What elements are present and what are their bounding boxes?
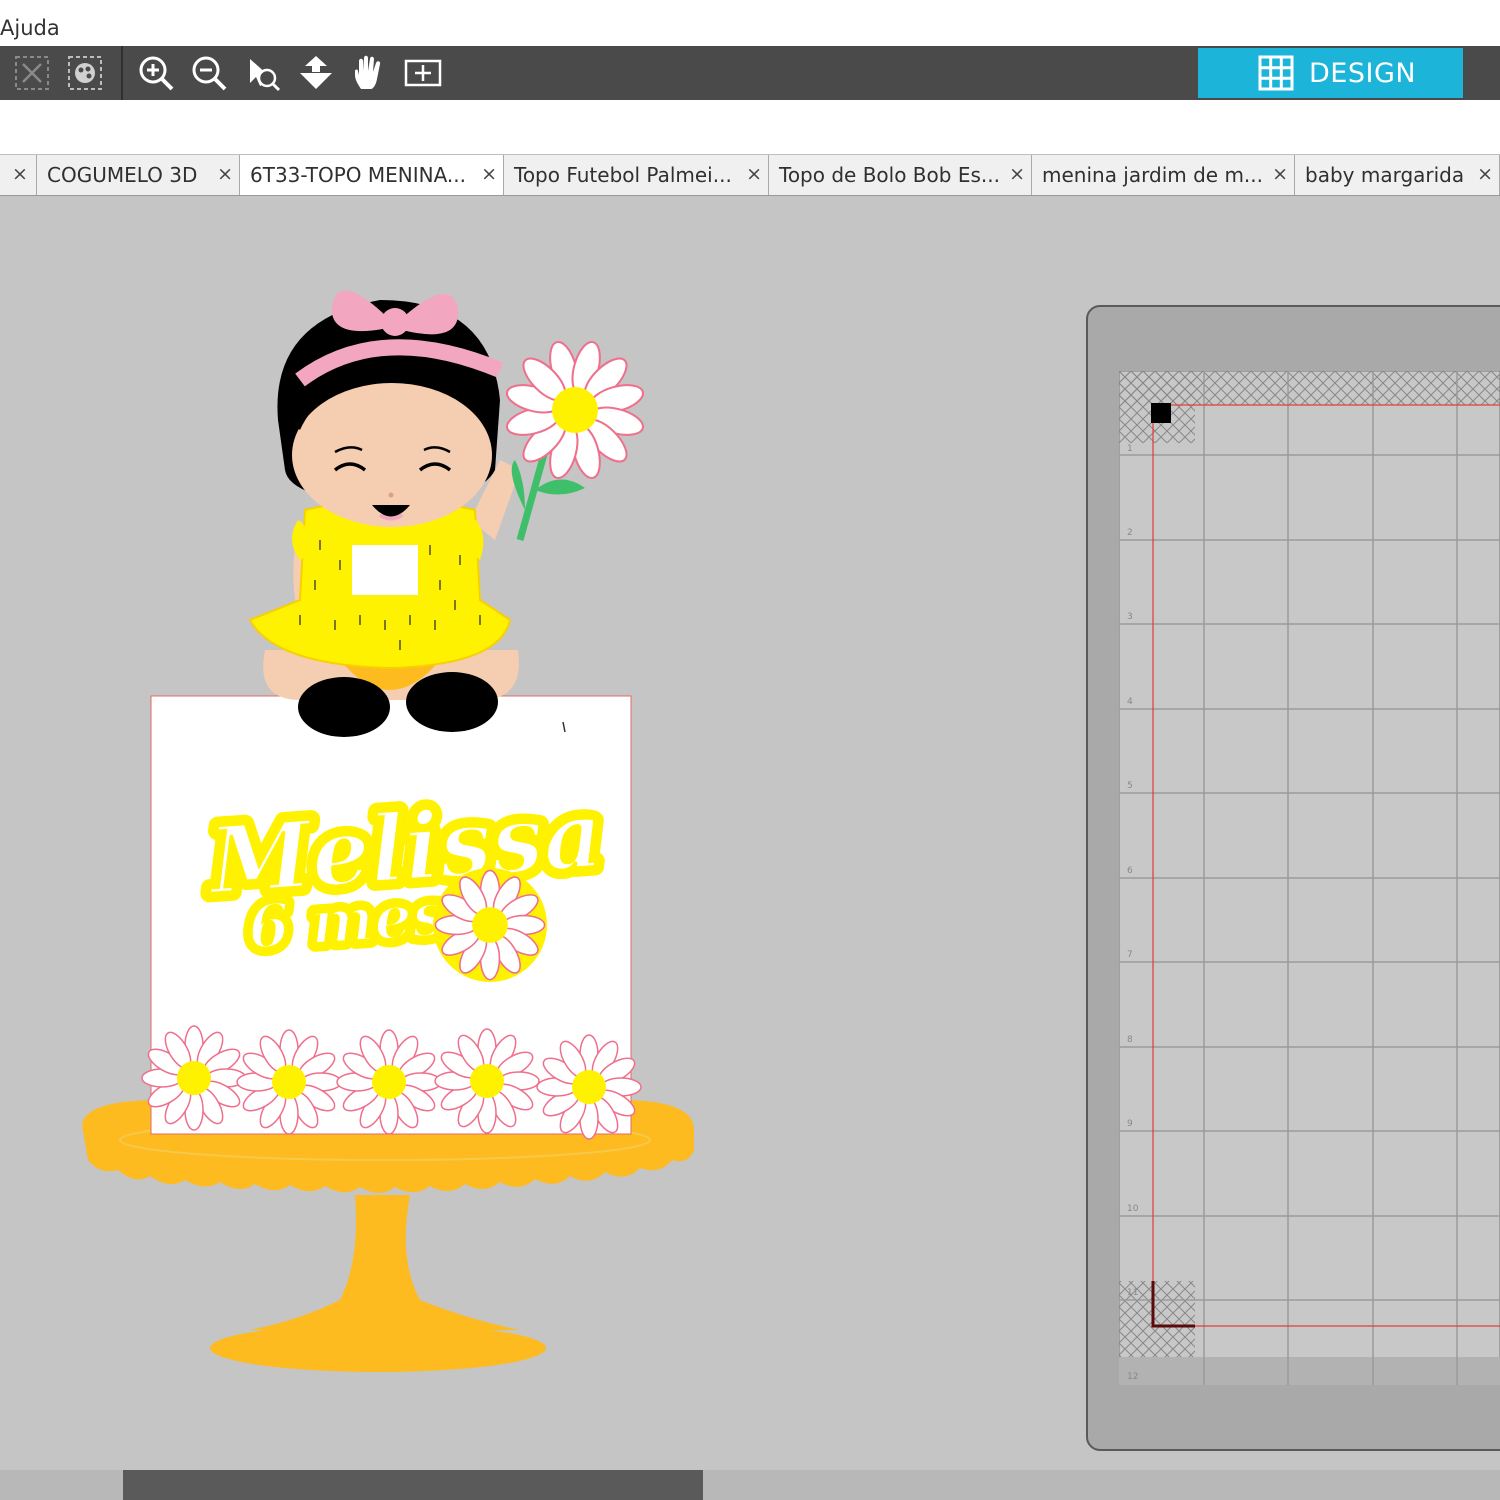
scrollbar-thumb[interactable] bbox=[123, 1470, 703, 1500]
tab-menina-jardim[interactable]: menina jardim de m... × bbox=[1032, 155, 1295, 195]
fit-to-page-icon[interactable] bbox=[403, 53, 443, 93]
baby-girl-illustration bbox=[248, 290, 662, 737]
ruler-number: 3 bbox=[1127, 612, 1133, 622]
ruler-number: 1 bbox=[1127, 444, 1133, 454]
design-artwork[interactable]: Melissa Melissa 6 meses 6 meses bbox=[0, 195, 1080, 1465]
toolbar-tail bbox=[1463, 48, 1500, 98]
toolbar-divider bbox=[121, 46, 123, 100]
pan-hand-icon[interactable] bbox=[349, 53, 389, 93]
move-down-icon[interactable] bbox=[296, 53, 336, 93]
document-tabs: × COGUMELO 3D × 6T33-TOPO MENINA... × To… bbox=[0, 154, 1500, 196]
tab-topo-futebol[interactable]: Topo Futebol Palmei... × bbox=[504, 155, 769, 195]
ruler-number: 7 bbox=[1127, 950, 1133, 960]
cake-stand bbox=[82, 1100, 694, 1372]
close-icon[interactable]: × bbox=[1272, 163, 1288, 185]
tab-cogumelo[interactable]: COGUMELO 3D × bbox=[36, 155, 240, 195]
close-icon[interactable]: × bbox=[12, 163, 28, 185]
ruler-number: 5 bbox=[1127, 781, 1133, 791]
design-button[interactable]: DESIGN bbox=[1198, 48, 1463, 98]
grid-icon bbox=[1258, 55, 1294, 91]
menu-bar: Ajuda bbox=[0, 0, 1500, 46]
tab-label: menina jardim de m... bbox=[1042, 163, 1263, 187]
close-icon[interactable]: × bbox=[1009, 163, 1025, 185]
ruler-number: 4 bbox=[1127, 697, 1133, 707]
flower-badge bbox=[433, 868, 547, 982]
ruler-number: 10 bbox=[1127, 1204, 1139, 1214]
zoom-selected-icon[interactable] bbox=[242, 53, 282, 93]
close-icon[interactable]: × bbox=[217, 163, 233, 185]
ruler-number: 6 bbox=[1127, 866, 1133, 876]
tab-label: 6T33-TOPO MENINA... bbox=[250, 163, 467, 187]
tab-label: baby margarida bbox=[1305, 163, 1465, 187]
ruler-number: 11 bbox=[1127, 1288, 1138, 1298]
zoom-in-icon[interactable] bbox=[136, 53, 176, 93]
daisy-row bbox=[141, 1025, 642, 1140]
tab-topo-bob[interactable]: Topo de Bolo Bob Es... × bbox=[769, 155, 1032, 195]
ruler-number: 2 bbox=[1127, 528, 1133, 538]
close-icon[interactable]: × bbox=[481, 163, 497, 185]
tab-label: Topo de Bolo Bob Es... bbox=[779, 163, 1000, 187]
design-label: DESIGN bbox=[1309, 58, 1417, 89]
mat-grid[interactable]: 1 2 3 4 5 6 7 8 9 10 11 12 bbox=[1119, 371, 1500, 1385]
tab-label: COGUMELO 3D bbox=[47, 163, 198, 187]
tab-label: Topo Futebol Palmei... bbox=[514, 163, 732, 187]
select-all-icon[interactable] bbox=[65, 53, 105, 93]
options-bar bbox=[0, 100, 1500, 154]
deselect-icon[interactable] bbox=[12, 53, 52, 93]
zoom-out-icon[interactable] bbox=[189, 53, 229, 93]
close-icon[interactable]: × bbox=[746, 163, 762, 185]
close-icon[interactable]: × bbox=[1477, 163, 1493, 185]
ruler-number: 12 bbox=[1127, 1372, 1138, 1382]
tab-topo-menina[interactable]: 6T33-TOPO MENINA... × bbox=[240, 155, 504, 195]
menu-help[interactable]: Ajuda bbox=[0, 16, 60, 40]
ruler-number: 8 bbox=[1127, 1035, 1133, 1045]
tab-baby-margarida[interactable]: baby margarida × bbox=[1295, 155, 1500, 195]
ruler-number: 9 bbox=[1127, 1119, 1133, 1129]
